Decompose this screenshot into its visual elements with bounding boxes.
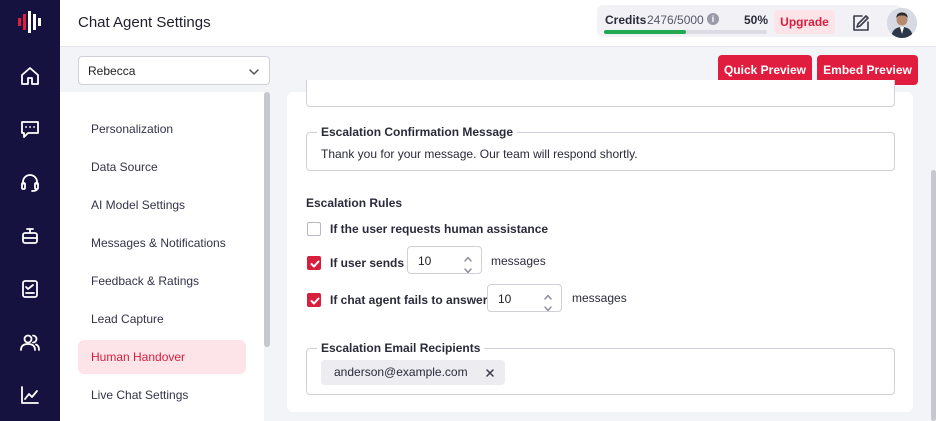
chevron-down-icon[interactable]: [543, 300, 553, 312]
headset-icon[interactable]: [17, 169, 43, 195]
credits-percent: 50%: [744, 13, 769, 27]
sidebar-item-label: Feedback & Ratings: [91, 274, 200, 288]
rule-user-sends-checkbox[interactable]: [307, 256, 321, 270]
previous-field[interactable]: [306, 80, 895, 107]
sidebar-item-label: Live Chat Settings: [91, 388, 189, 402]
close-icon[interactable]: [484, 366, 496, 378]
page-title: Chat Agent Settings: [78, 14, 211, 31]
chevron-up-icon[interactable]: [543, 288, 553, 300]
confirmation-message-label: Escalation Confirmation Message: [317, 125, 518, 139]
recipient-chip: anderson@example.com: [321, 360, 505, 385]
sidebar-item-lead-capture[interactable]: Lead Capture: [78, 302, 246, 336]
upgrade-button[interactable]: Upgrade: [774, 10, 835, 34]
sidebar-item-label: Data Source: [91, 160, 158, 174]
rule-human-assistance-label: If the user requests human assistance: [330, 222, 549, 236]
agent-fails-count: 10: [498, 292, 512, 306]
agent-select[interactable]: Rebecca: [78, 56, 270, 85]
sidebar-item-personalization[interactable]: Personalization: [78, 112, 246, 146]
home-icon[interactable]: [17, 63, 43, 89]
rule-agent-fails-checkbox[interactable]: [307, 293, 321, 307]
agent-fails-suffix: messages: [572, 291, 627, 305]
rule-human-assistance-checkbox[interactable]: [307, 222, 321, 236]
sidebar-item-data-source[interactable]: Data Source: [78, 150, 246, 184]
credits-progress-fill: [604, 30, 686, 34]
email-recipients-field[interactable]: Escalation Email Recipients anderson@exa…: [306, 341, 895, 395]
user-avatar[interactable]: [887, 8, 917, 38]
confirmation-message-field[interactable]: Escalation Confirmation Message Thank yo…: [306, 125, 895, 171]
agent-fails-stepper[interactable]: 10: [487, 284, 562, 312]
sidebar-item-human-handover[interactable]: Human Handover: [78, 340, 246, 374]
sidebar-item-label: Messages & Notifications: [91, 236, 226, 250]
chat-icon[interactable]: [17, 116, 43, 142]
escalation-rules-title: Escalation Rules: [306, 196, 403, 210]
top-header: Chat Agent Settings Credits 2476/5000 i …: [60, 0, 936, 47]
sidebar-item-live-chat-settings[interactable]: Live Chat Settings: [78, 378, 246, 412]
rule-agent-fails-label: If chat agent fails to answer: [330, 293, 488, 307]
info-icon[interactable]: i: [707, 13, 719, 25]
bot-icon[interactable]: [17, 222, 43, 248]
sidebar-scrollbar[interactable]: [264, 92, 270, 347]
chevron-up-icon[interactable]: [463, 250, 473, 262]
edit-icon[interactable]: [850, 12, 872, 34]
user-sends-count: 10: [418, 254, 432, 268]
rule-user-sends-label: If user sends: [330, 256, 405, 270]
app-rail: [0, 0, 60, 421]
user-sends-suffix: messages: [491, 254, 546, 268]
sidebar-item-feedback-ratings[interactable]: Feedback & Ratings: [78, 264, 246, 298]
sidebar-item-label: Personalization: [91, 122, 174, 136]
agent-select-value: Rebecca: [88, 64, 136, 78]
logo-icon[interactable]: [16, 9, 44, 35]
main-scrollbar[interactable]: [931, 170, 936, 421]
sidebar-item-messages-notifications[interactable]: Messages & Notifications: [78, 226, 246, 260]
checklist-icon[interactable]: [17, 276, 43, 302]
confirmation-message-text: Thank you for your message. Our team wil…: [321, 147, 638, 161]
credits-label: Credits: [605, 13, 647, 27]
sidebar-item-ai-model-settings[interactable]: AI Model Settings: [78, 188, 246, 222]
sidebar-item-label: Human Handover: [91, 350, 186, 364]
user-sends-stepper[interactable]: 10: [407, 246, 482, 274]
settings-nav: Personalization Data Source AI Model Set…: [60, 92, 264, 421]
sidebar-item-label: AI Model Settings: [91, 198, 186, 212]
chevron-down-icon[interactable]: [463, 262, 473, 274]
email-recipients-label: Escalation Email Recipients: [317, 341, 485, 355]
credits-value: 2476/5000: [647, 13, 704, 27]
credits-progress-bar: [604, 30, 767, 34]
users-icon[interactable]: [17, 329, 43, 355]
sidebar-item-label: Lead Capture: [91, 312, 164, 326]
analytics-icon[interactable]: [17, 382, 43, 408]
recipient-chip-text: anderson@example.com: [334, 365, 468, 379]
chevron-down-icon: [248, 65, 260, 83]
